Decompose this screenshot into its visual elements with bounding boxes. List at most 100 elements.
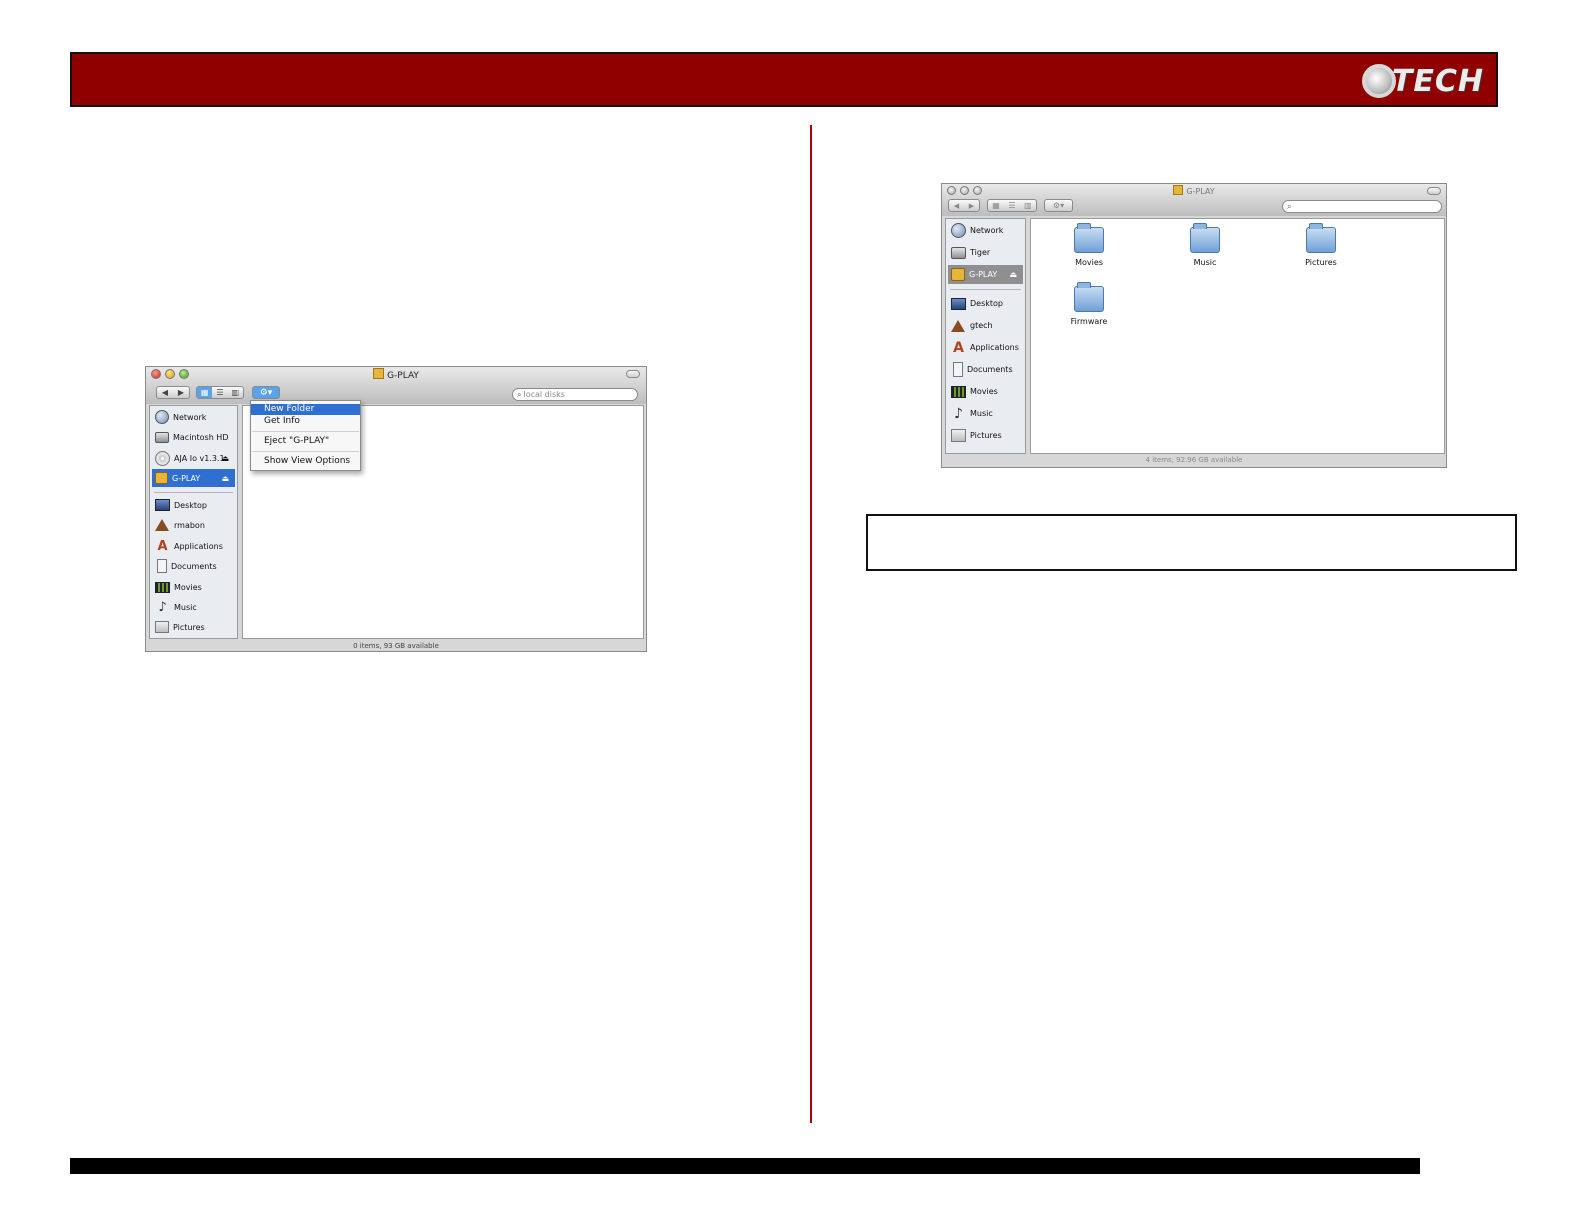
action-gear-button[interactable]: ⚙▾ — [1044, 199, 1073, 212]
folder-pictures[interactable]: Pictures — [1293, 223, 1349, 267]
movies-icon — [155, 581, 170, 593]
folder-icon — [1190, 223, 1220, 253]
sidebar-item-pictures[interactable]: Pictures — [152, 618, 235, 636]
action-gear-button[interactable]: ⚙▾ — [252, 386, 280, 399]
column-divider — [810, 125, 812, 1123]
sidebar-item-desktop[interactable]: Desktop — [948, 294, 1023, 313]
view-mode-buttons[interactable]: ▦ ☰ ▥ — [196, 386, 244, 399]
sidebar-item-desktop[interactable]: Desktop — [152, 496, 235, 514]
cd-disc-icon — [155, 450, 170, 466]
menu-item-new-folder[interactable]: New Folder — [251, 404, 360, 415]
note-box — [866, 514, 1517, 571]
sidebar-item-applications[interactable]: A Applications — [948, 338, 1023, 357]
folder-movies[interactable]: Movies — [1061, 223, 1117, 267]
menu-item-get-info[interactable]: Get Info — [251, 416, 360, 427]
applications-icon: A — [157, 538, 168, 554]
pictures-icon — [155, 621, 169, 633]
eject-icon[interactable]: ⏏ — [221, 474, 229, 483]
finder-window-left: G-PLAY ◀ ▶ ▦ ☰ ▥ ⚙▾ ⌕ local disks Network … — [145, 366, 647, 652]
header-banner: TECH — [70, 52, 1498, 107]
eject-icon[interactable]: ⏏ — [1009, 270, 1017, 279]
home-icon — [951, 319, 965, 332]
desktop-icon — [951, 297, 966, 310]
globe-icon — [951, 223, 966, 238]
back-forward-buttons[interactable]: ◀ ▶ — [156, 386, 190, 399]
footer-bar — [70, 1158, 1420, 1174]
sidebar-item-gtech[interactable]: gtech — [948, 316, 1023, 335]
window-title: G-PLAY — [942, 185, 1446, 196]
search-icon: ⌕ — [517, 389, 522, 399]
search-input[interactable]: ⌕ — [1282, 200, 1442, 213]
back-arrow-icon[interactable]: ◀ — [162, 388, 168, 397]
back-forward-buttons[interactable]: ◀ ▶ — [948, 199, 980, 212]
search-input[interactable]: ⌕ local disks — [512, 388, 638, 401]
pictures-icon — [951, 429, 966, 442]
status-bar: 0 items, 93 GB available — [353, 642, 439, 650]
icon-view-icon[interactable]: ▦ — [197, 387, 213, 398]
sidebar-item-aja-io[interactable]: AJA Io v1.3.1 ⏏ — [152, 449, 235, 467]
folder-label: Movies — [1075, 258, 1103, 267]
folder-icon — [1074, 223, 1104, 253]
toolbar-toggle-button[interactable] — [1427, 187, 1441, 195]
sidebar-item-music[interactable]: ♪ Music — [948, 404, 1023, 423]
sidebar-item-rmabon[interactable]: rmabon — [152, 516, 235, 534]
hard-drive-icon — [155, 431, 169, 443]
column-view-icon[interactable]: ▥ — [228, 388, 243, 397]
sidebar-item-movies[interactable]: Movies — [152, 578, 235, 596]
sidebar-item-applications[interactable]: A Applications — [152, 537, 235, 555]
external-drive-icon — [155, 472, 168, 484]
gear-icon: ⚙▾ — [259, 387, 273, 398]
list-view-icon[interactable]: ☰ — [1008, 201, 1015, 210]
sidebar-item-music[interactable]: ♪ Music — [152, 598, 235, 616]
sidebar-item-g-play[interactable]: G-PLAY ⏏ — [948, 265, 1023, 284]
eject-icon[interactable]: ⏏ — [221, 454, 229, 463]
movies-icon — [951, 385, 966, 398]
menu-item-eject[interactable]: Eject "G-PLAY" — [251, 436, 360, 447]
folder-music[interactable]: Music — [1177, 223, 1233, 267]
sidebar-separator — [950, 289, 1021, 290]
sidebar-item-macintosh-hd[interactable]: Macintosh HD — [152, 428, 235, 446]
sidebar-item-g-play[interactable]: G-PLAY ⏏ — [152, 469, 235, 487]
g-ring-icon — [1361, 64, 1396, 98]
sidebar-item-network[interactable]: Network — [948, 221, 1023, 240]
forward-arrow-icon[interactable]: ▶ — [178, 388, 184, 397]
action-context-menu: New Folder Get Info Eject "G-PLAY" Show … — [250, 400, 361, 471]
sidebar-separator — [154, 492, 233, 493]
toolbar-toggle-button[interactable] — [626, 370, 640, 378]
status-bar: 4 items, 92.96 GB available — [1145, 456, 1243, 464]
sidebar: Network Macintosh HD AJA Io v1.3.1 ⏏ G-P… — [149, 405, 238, 639]
sidebar-item-network[interactable]: Network — [152, 408, 235, 426]
documents-icon — [157, 559, 167, 573]
g-tech-logo: TECH — [1361, 62, 1484, 100]
search-icon: ⌕ — [1287, 201, 1292, 211]
folder-label: Music — [1193, 258, 1217, 267]
applications-icon: A — [953, 339, 964, 356]
view-mode-buttons[interactable]: ▦ ☰ ▥ — [987, 199, 1037, 212]
music-icon: ♪ — [158, 599, 167, 615]
folder-icon — [1074, 282, 1104, 312]
documents-icon — [953, 362, 963, 377]
sidebar-item-movies[interactable]: Movies — [948, 382, 1023, 401]
column-view-icon[interactable]: ▥ — [1024, 201, 1032, 210]
drive-icon — [373, 368, 385, 379]
back-arrow-icon[interactable]: ◀ — [954, 202, 959, 210]
external-drive-icon — [951, 268, 965, 281]
menu-item-show-view-options[interactable]: Show View Options — [251, 456, 360, 467]
sidebar-item-documents[interactable]: Documents — [948, 360, 1023, 379]
sidebar-item-documents[interactable]: Documents — [152, 557, 235, 575]
music-icon: ♪ — [954, 405, 963, 422]
sidebar-item-tiger[interactable]: Tiger — [948, 243, 1023, 262]
drive-icon — [1173, 185, 1184, 195]
folder-label: Pictures — [1305, 258, 1337, 267]
home-icon — [155, 519, 169, 531]
content-area[interactable]: Movies Music Pictures Firmware — [1030, 218, 1445, 454]
forward-arrow-icon[interactable]: ▶ — [969, 202, 974, 210]
folder-firmware[interactable]: Firmware — [1061, 282, 1117, 326]
sidebar: Network Tiger G-PLAY ⏏ Desktop gtech A Ap… — [945, 218, 1026, 454]
logo-text: TECH — [1391, 63, 1484, 99]
desktop-icon — [155, 499, 170, 511]
folder-label: Firmware — [1070, 317, 1108, 326]
icon-view-icon[interactable]: ▦ — [992, 201, 1000, 210]
sidebar-item-pictures[interactable]: Pictures — [948, 426, 1023, 445]
list-view-icon[interactable]: ☰ — [212, 388, 227, 397]
